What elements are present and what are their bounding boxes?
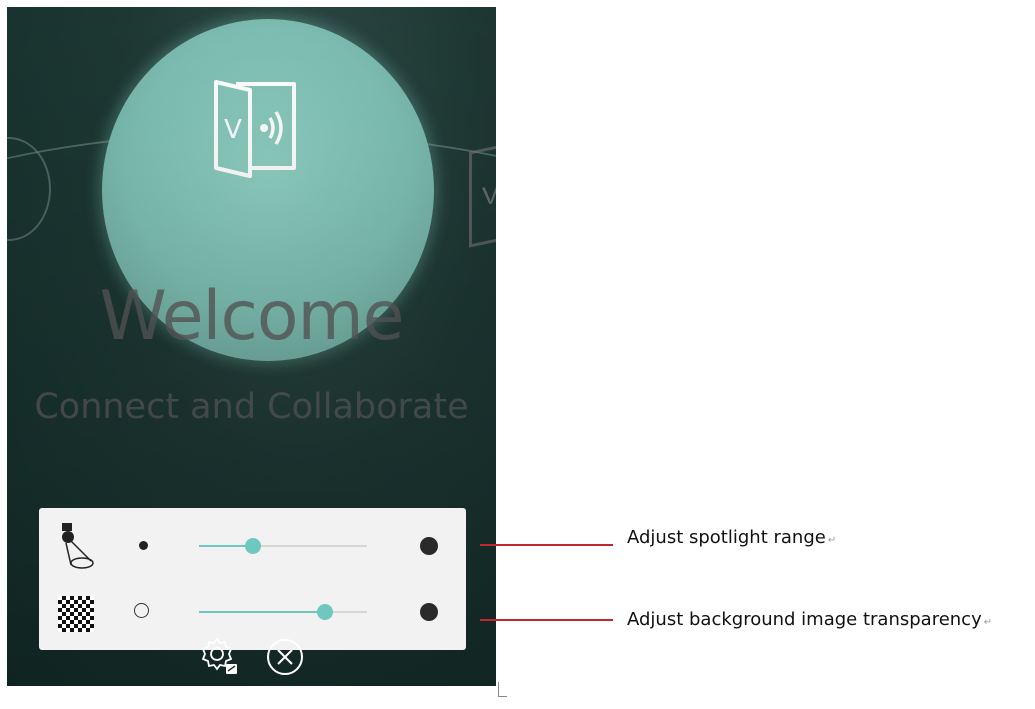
large-dot-icon (420, 537, 438, 555)
empty-circle-icon (134, 603, 149, 618)
app-icon-letter: V (224, 115, 242, 145)
checkerboard-icon (58, 596, 94, 632)
spotlight-control-panel (39, 508, 466, 650)
text-cursor-mark (498, 682, 507, 697)
spotlight-callout-label: Adjust spotlight range ↵ (627, 527, 837, 548)
transparency-callout-line (480, 619, 613, 621)
transparency-callout-label: Adjust background image transparency ↵ (627, 609, 993, 630)
right-app-icon: V (469, 142, 496, 248)
large-dot-icon (420, 603, 438, 621)
transparency-fill (199, 611, 325, 613)
welcome-title: Welcome (99, 277, 404, 356)
transparency-thumb[interactable] (317, 604, 333, 620)
transparency-slider[interactable] (199, 604, 367, 620)
spotlight-range-thumb[interactable] (244, 538, 261, 554)
document-page: V V Welcome Connect and Collaborate Adju… (0, 0, 1035, 709)
welcome-tagline: Connect and Collaborate (34, 387, 469, 427)
door-sound-icon: V (214, 80, 296, 178)
spotlight-callout-line (480, 544, 613, 546)
gear-icon[interactable] (198, 635, 240, 677)
close-circle-icon[interactable] (265, 637, 305, 677)
spotlight-icon (62, 523, 94, 569)
spotlight-range-slider[interactable] (199, 538, 367, 554)
small-dot-icon (139, 541, 148, 550)
